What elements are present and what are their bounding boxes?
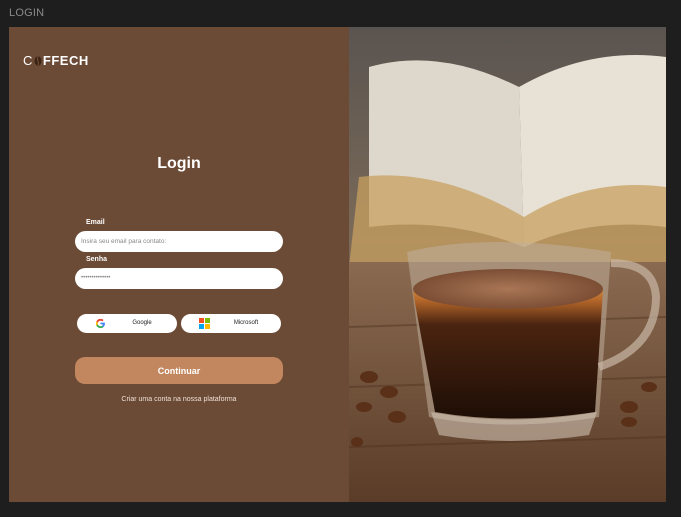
login-frame: C FF ECH Login Email Senha •••••••••••••…	[9, 27, 666, 502]
microsoft-button[interactable]: Microsoft	[181, 314, 281, 333]
brand-logo[interactable]: C FF ECH	[23, 53, 89, 68]
google-button[interactable]: Google	[77, 314, 177, 333]
coffee-cup-photo	[348, 27, 666, 502]
login-heading: Login	[157, 155, 201, 172]
password-label: Senha	[86, 256, 108, 263]
frame-title: LOGIN	[9, 7, 45, 19]
password-input[interactable]: ••••••••••••••	[75, 268, 283, 289]
logo-text-mid: FF	[42, 53, 60, 68]
email-label: Email	[86, 219, 105, 226]
email-input[interactable]	[75, 231, 283, 252]
continue-button[interactable]: Continuar	[75, 357, 283, 384]
microsoft-icon	[199, 318, 210, 329]
google-button-label: Google	[132, 320, 152, 326]
coffee-bean-icon	[34, 55, 42, 66]
logo-text-start: C	[23, 53, 33, 68]
logo-text-end: ECH	[59, 53, 89, 68]
create-account-link[interactable]: Criar uma conta na nossa plataforma	[9, 396, 349, 403]
login-panel: C FF ECH Login Email Senha •••••••••••••…	[9, 27, 349, 502]
microsoft-button-label: Microsoft	[233, 320, 259, 326]
google-icon	[95, 318, 105, 329]
coffee-photo-illustration	[348, 27, 666, 502]
